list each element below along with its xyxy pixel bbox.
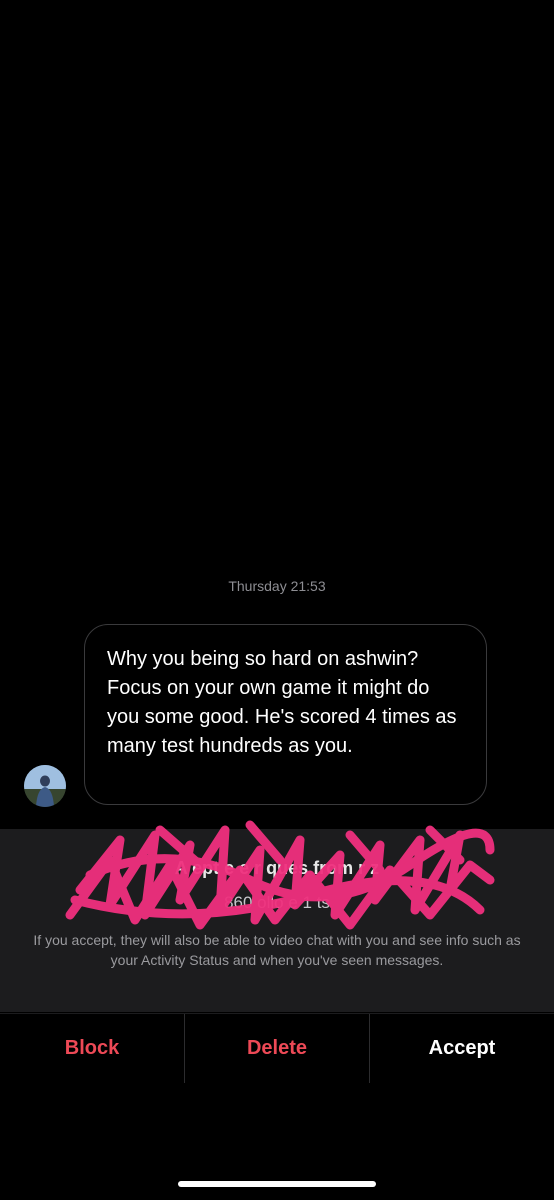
home-indicator[interactable] xyxy=(178,1181,376,1187)
dm-request-screen: Thursday 21:53 Why you being so hard on … xyxy=(0,0,554,1200)
message-bubble[interactable]: Why you being so hard on ashwin? Focus o… xyxy=(84,624,487,805)
request-title: A ept e e r ques from r z xyxy=(174,858,380,878)
request-info-text: If you accept, they will also be able to… xyxy=(33,932,521,968)
accept-button[interactable]: Accept xyxy=(369,1014,554,1083)
message-timestamp: Thursday 21:53 xyxy=(228,578,326,594)
avatar-photo-icon xyxy=(24,765,66,807)
message-request-panel xyxy=(0,829,554,1012)
request-actions-bar: Block Delete Accept xyxy=(0,1013,554,1083)
block-button[interactable]: Block xyxy=(0,1014,184,1083)
request-sender-stats: 860 ollo e 1 ts xyxy=(224,893,330,912)
delete-button[interactable]: Delete xyxy=(184,1014,369,1083)
sender-avatar[interactable] xyxy=(24,765,66,807)
